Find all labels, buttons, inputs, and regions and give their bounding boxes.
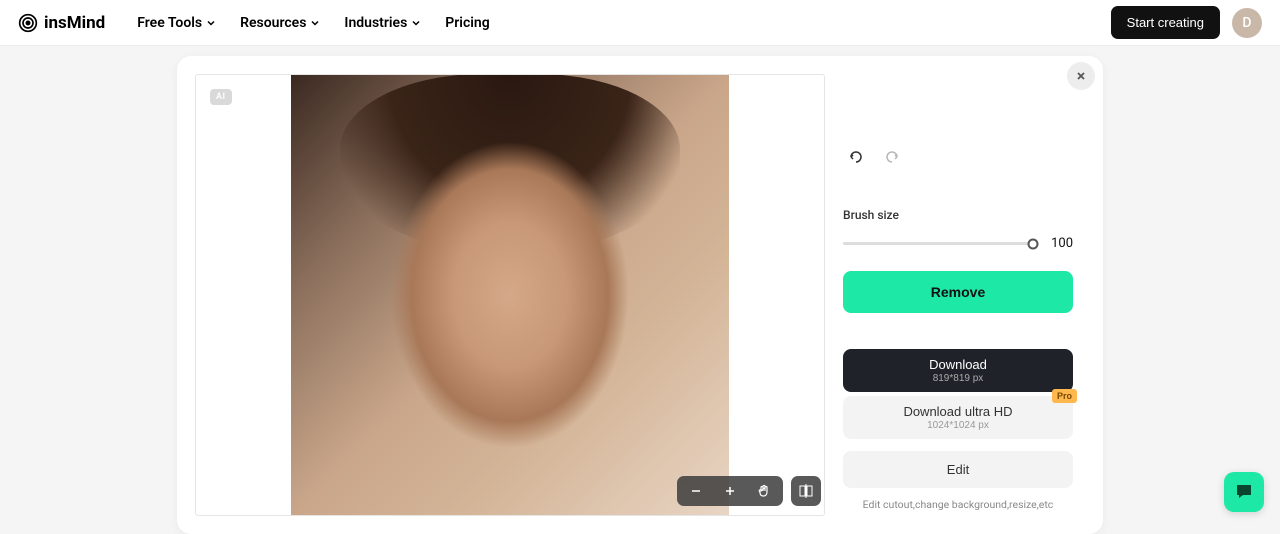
pro-badge: Pro xyxy=(1052,389,1077,403)
nav-industries[interactable]: Industries xyxy=(344,15,421,31)
main-nav: Free Tools Resources Industries Pricing xyxy=(137,15,489,31)
zoom-out-button[interactable] xyxy=(687,482,705,500)
brand-logo[interactable]: insMind xyxy=(18,13,105,33)
download-button[interactable]: Download 819*819 px xyxy=(843,349,1073,392)
compare-button[interactable] xyxy=(791,476,821,506)
header-right: Start creating D xyxy=(1111,6,1262,39)
chevron-down-icon xyxy=(411,18,421,28)
start-creating-button[interactable]: Start creating xyxy=(1111,6,1220,39)
nav-resources-label: Resources xyxy=(240,15,306,31)
history-controls xyxy=(847,148,1073,166)
chevron-down-icon xyxy=(310,18,320,28)
brush-size-section: Brush size 100 xyxy=(843,208,1073,251)
download-sub: 819*819 px xyxy=(851,373,1065,384)
edit-button[interactable]: Edit xyxy=(843,451,1073,488)
compare-icon xyxy=(798,483,814,499)
canvas-area: AI xyxy=(177,56,843,534)
image-detail xyxy=(370,133,650,493)
download-title: Download xyxy=(851,357,1065,372)
nav-free-tools[interactable]: Free Tools xyxy=(137,15,216,31)
undo-button[interactable] xyxy=(847,148,865,166)
chat-support-button[interactable] xyxy=(1224,472,1264,512)
canvas-zoom-controls xyxy=(677,476,783,506)
brush-size-slider[interactable] xyxy=(843,242,1033,245)
canvas-container[interactable]: AI xyxy=(195,74,825,516)
brush-size-slider-thumb[interactable] xyxy=(1028,238,1039,249)
download-hd-title: Download ultra HD xyxy=(851,404,1065,419)
hand-icon xyxy=(756,483,772,499)
nav-pricing[interactable]: Pricing xyxy=(445,15,489,31)
close-icon xyxy=(1075,70,1087,82)
redo-icon xyxy=(883,148,901,166)
edit-hint: Edit cutout,change background,resize,etc xyxy=(843,498,1073,511)
redo-button xyxy=(883,148,901,166)
chat-icon xyxy=(1233,481,1255,503)
pan-button[interactable] xyxy=(755,482,773,500)
nav-resources[interactable]: Resources xyxy=(240,15,320,31)
chevron-down-icon xyxy=(206,18,216,28)
edited-image xyxy=(291,74,729,516)
nav-industries-label: Industries xyxy=(344,15,407,31)
download-hd-sub: 1024*1024 px xyxy=(851,420,1065,431)
remove-button[interactable]: Remove xyxy=(843,271,1073,313)
minus-icon xyxy=(689,484,703,498)
download-section: Download 819*819 px Pro Download ultra H… xyxy=(843,349,1073,511)
plus-icon xyxy=(723,484,737,498)
user-avatar[interactable]: D xyxy=(1232,8,1262,38)
close-button[interactable] xyxy=(1067,62,1095,90)
main-area: AI xyxy=(0,46,1280,534)
ai-badge: AI xyxy=(210,89,232,105)
zoom-in-button[interactable] xyxy=(721,482,739,500)
download-hd-button[interactable]: Pro Download ultra HD 1024*1024 px xyxy=(843,396,1073,439)
brand-name: insMind xyxy=(44,13,105,33)
nav-free-tools-label: Free Tools xyxy=(137,15,202,31)
undo-icon xyxy=(847,148,865,166)
brush-size-label: Brush size xyxy=(843,208,1073,222)
editor-card: AI xyxy=(177,56,1103,534)
brush-size-value: 100 xyxy=(1045,236,1073,251)
brand-logo-icon xyxy=(18,13,38,33)
sidebar: Brush size 100 Remove Download 819*819 p… xyxy=(843,56,1103,534)
header: insMind Free Tools Resources Industries … xyxy=(0,0,1280,46)
nav-pricing-label: Pricing xyxy=(445,15,489,31)
brush-size-slider-row: 100 xyxy=(843,236,1073,251)
